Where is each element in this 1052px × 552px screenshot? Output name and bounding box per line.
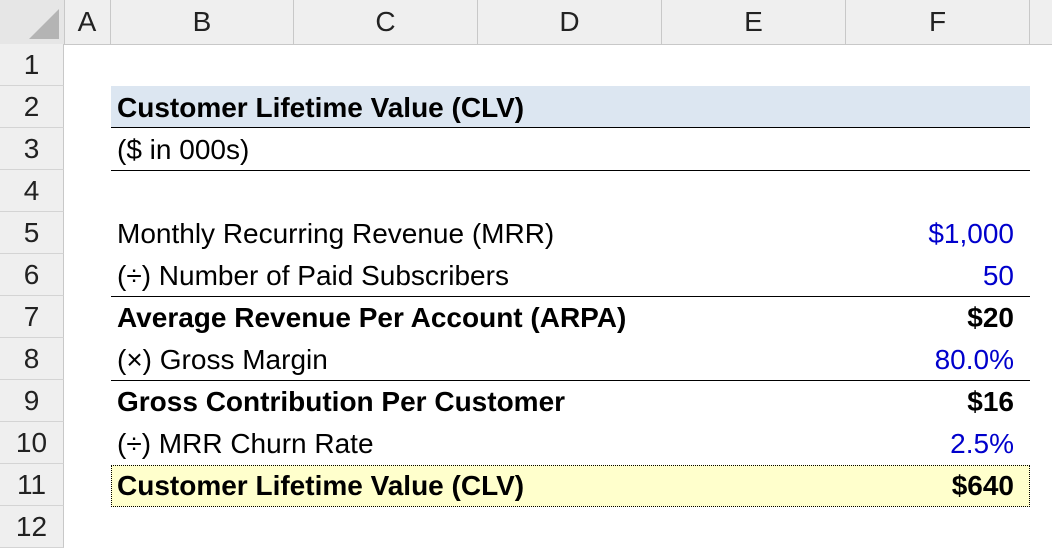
clv-value[interactable]: $640 bbox=[952, 465, 1014, 507]
subscribers-label[interactable]: (÷) Number of Paid Subscribers bbox=[117, 255, 509, 297]
row-header-10[interactable]: 10 bbox=[0, 422, 64, 464]
churn-rate-label[interactable]: (÷) MRR Churn Rate bbox=[117, 423, 374, 465]
select-all-corner[interactable] bbox=[0, 0, 65, 44]
gross-margin-label[interactable]: (×) Gross Margin bbox=[117, 339, 328, 381]
gross-margin-value[interactable]: 80.0% bbox=[935, 339, 1014, 381]
gross-contribution-label[interactable]: Gross Contribution Per Customer bbox=[117, 381, 565, 423]
mrr-label[interactable]: Monthly Recurring Revenue (MRR) bbox=[117, 213, 554, 255]
arpa-label[interactable]: Average Revenue Per Account (ARPA) bbox=[117, 297, 626, 339]
row-header-2[interactable]: 2 bbox=[0, 86, 64, 128]
column-header-bar: A B C D E F bbox=[0, 0, 1052, 45]
select-all-triangle-icon bbox=[29, 9, 59, 39]
subscribers-value[interactable]: 50 bbox=[983, 255, 1014, 297]
row-header-4[interactable]: 4 bbox=[0, 170, 64, 212]
arpa-value[interactable]: $20 bbox=[967, 297, 1014, 339]
column-header-d[interactable]: D bbox=[478, 0, 662, 44]
units-bottom-border bbox=[111, 170, 1030, 171]
sheet-title[interactable]: Customer Lifetime Value (CLV) bbox=[117, 87, 524, 129]
spreadsheet: A B C D E F 1 2 3 4 5 6 7 8 9 10 11 12 C… bbox=[0, 0, 1052, 552]
column-header-a[interactable]: A bbox=[64, 0, 111, 44]
column-header-b[interactable]: B bbox=[111, 0, 294, 44]
row-header-7[interactable]: 7 bbox=[0, 296, 64, 338]
row-header-8[interactable]: 8 bbox=[0, 338, 64, 380]
row-header-1[interactable]: 1 bbox=[0, 44, 64, 86]
row-header-12[interactable]: 12 bbox=[0, 506, 64, 548]
column-header-e[interactable]: E bbox=[662, 0, 846, 44]
row-header-11[interactable]: 11 bbox=[0, 464, 64, 506]
gross-contribution-value[interactable]: $16 bbox=[967, 381, 1014, 423]
row-header-9[interactable]: 9 bbox=[0, 380, 64, 422]
column-header-f[interactable]: F bbox=[846, 0, 1030, 44]
churn-rate-value[interactable]: 2.5% bbox=[950, 423, 1014, 465]
units-note[interactable]: ($ in 000s) bbox=[117, 129, 249, 171]
row-header-5[interactable]: 5 bbox=[0, 212, 64, 254]
clv-label[interactable]: Customer Lifetime Value (CLV) bbox=[117, 465, 524, 507]
row-header-3[interactable]: 3 bbox=[0, 128, 64, 170]
column-header-c[interactable]: C bbox=[294, 0, 478, 44]
row-header-6[interactable]: 6 bbox=[0, 254, 64, 296]
mrr-value[interactable]: $1,000 bbox=[928, 213, 1014, 255]
